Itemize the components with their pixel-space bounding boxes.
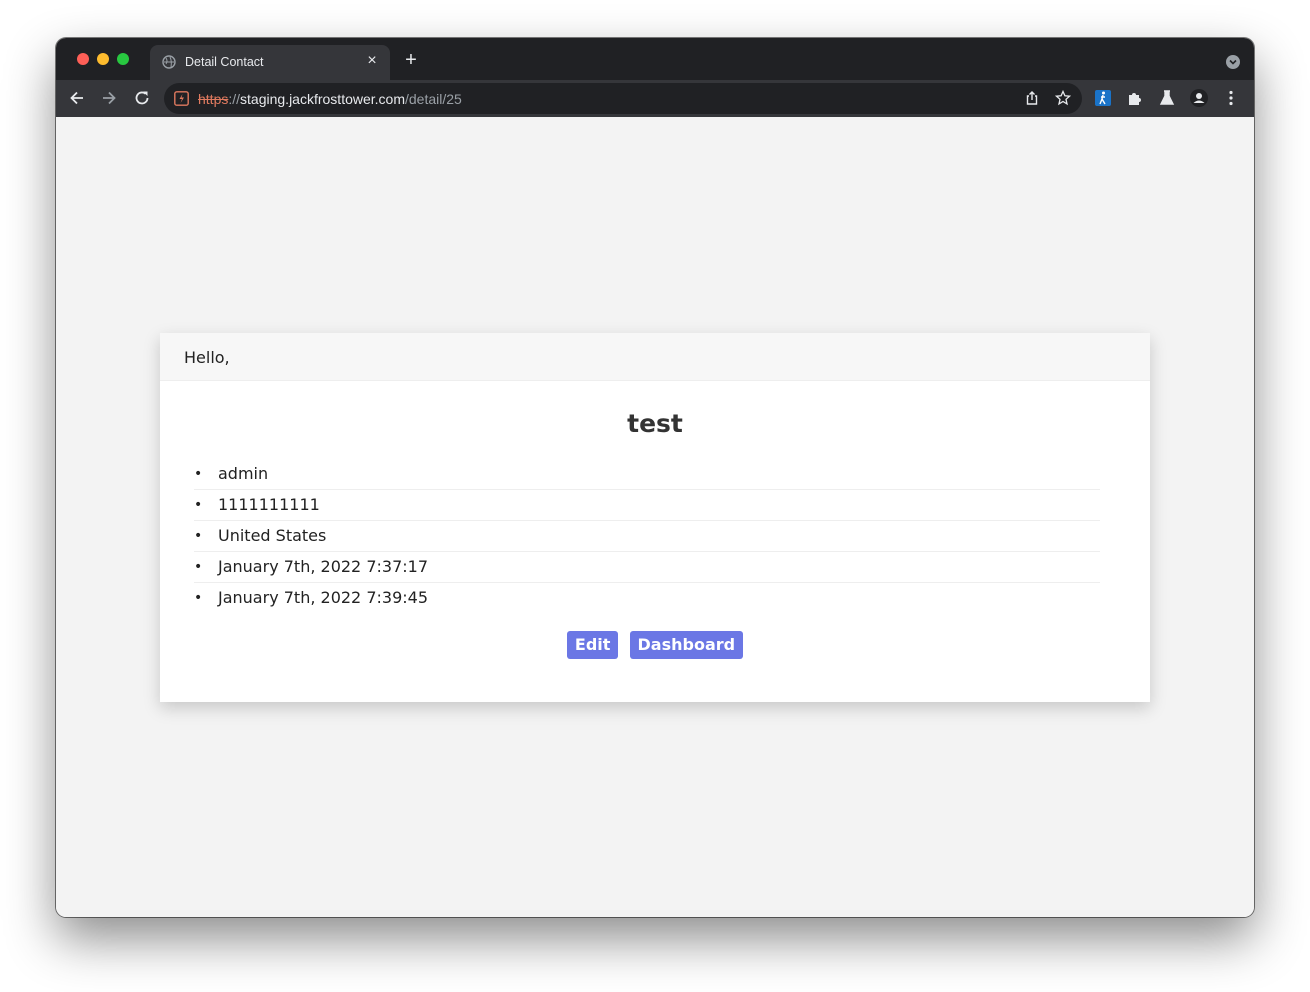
minimize-window-button[interactable]	[97, 53, 109, 65]
list-bullet: •	[194, 466, 203, 482]
browser-tab[interactable]: Detail Contact ×	[150, 45, 390, 80]
info-item-text: January 7th, 2022 7:37:17	[218, 557, 428, 576]
flask-icon[interactable]	[1158, 89, 1176, 107]
card-actions: Edit Dashboard	[160, 631, 1150, 659]
page-content: Hello, test • admin • 1111111111 • United S…	[56, 117, 1254, 917]
contact-detail-card: Hello, test • admin • 1111111111 • United S…	[160, 333, 1150, 702]
tab-search-icon[interactable]	[1226, 55, 1240, 69]
list-bullet: •	[194, 497, 203, 513]
info-item-text: United States	[218, 526, 327, 545]
info-item-text: January 7th, 2022 7:39:45	[218, 588, 428, 607]
dashboard-button[interactable]: Dashboard	[629, 631, 744, 659]
list-bullet: •	[194, 590, 203, 606]
share-icon[interactable]	[1024, 90, 1040, 106]
info-item-phone: • 1111111111	[194, 490, 1100, 521]
browser-window: Detail Contact × + https://staging.jackf…	[56, 38, 1254, 917]
address-bar[interactable]: https://staging.jackfrosttower.com/detai…	[164, 83, 1082, 114]
profile-icon[interactable]	[1190, 89, 1208, 107]
walking-person-extension-icon[interactable]	[1094, 89, 1112, 107]
url-host: staging.jackfrosttower.com	[240, 91, 405, 107]
not-secure-warning-icon[interactable]	[174, 91, 189, 106]
edit-button[interactable]: Edit	[566, 631, 619, 659]
url-separator: ://	[228, 91, 241, 107]
info-item-text: 1111111111	[218, 495, 320, 514]
reload-icon[interactable]	[133, 89, 151, 107]
kebab-menu-icon[interactable]	[1222, 89, 1240, 107]
star-icon[interactable]	[1055, 90, 1071, 106]
close-window-button[interactable]	[77, 53, 89, 65]
url-scheme: https	[198, 91, 229, 107]
contact-info-list: • admin • 1111111111 • United States • Janua…	[194, 459, 1100, 613]
browser-toolbar: https://staging.jackfrosttower.com/detai…	[56, 80, 1254, 117]
url-path: /detail/25	[405, 91, 462, 107]
list-bullet: •	[194, 528, 203, 544]
contact-name: test	[627, 409, 683, 438]
back-arrow-icon[interactable]	[68, 89, 86, 107]
close-tab-icon[interactable]: ×	[364, 53, 380, 69]
title-bar: Detail Contact × +	[56, 38, 1254, 80]
tab-title: Detail Contact	[185, 55, 264, 69]
card-header: Hello,	[160, 333, 1150, 381]
list-bullet: •	[194, 559, 203, 575]
info-item-updated: • January 7th, 2022 7:39:45	[194, 583, 1100, 613]
info-item-text: admin	[218, 464, 269, 483]
globe-icon	[162, 55, 176, 69]
new-tab-button[interactable]: +	[402, 50, 420, 70]
forward-arrow-icon[interactable]	[100, 89, 118, 107]
url-text[interactable]: https://staging.jackfrosttower.com/detai…	[198, 91, 462, 107]
puzzle-icon[interactable]	[1126, 89, 1144, 107]
info-item-created: • January 7th, 2022 7:37:17	[194, 552, 1100, 583]
info-item-country: • United States	[194, 521, 1100, 552]
info-item-role: • admin	[194, 459, 1100, 490]
maximize-window-button[interactable]	[117, 53, 129, 65]
